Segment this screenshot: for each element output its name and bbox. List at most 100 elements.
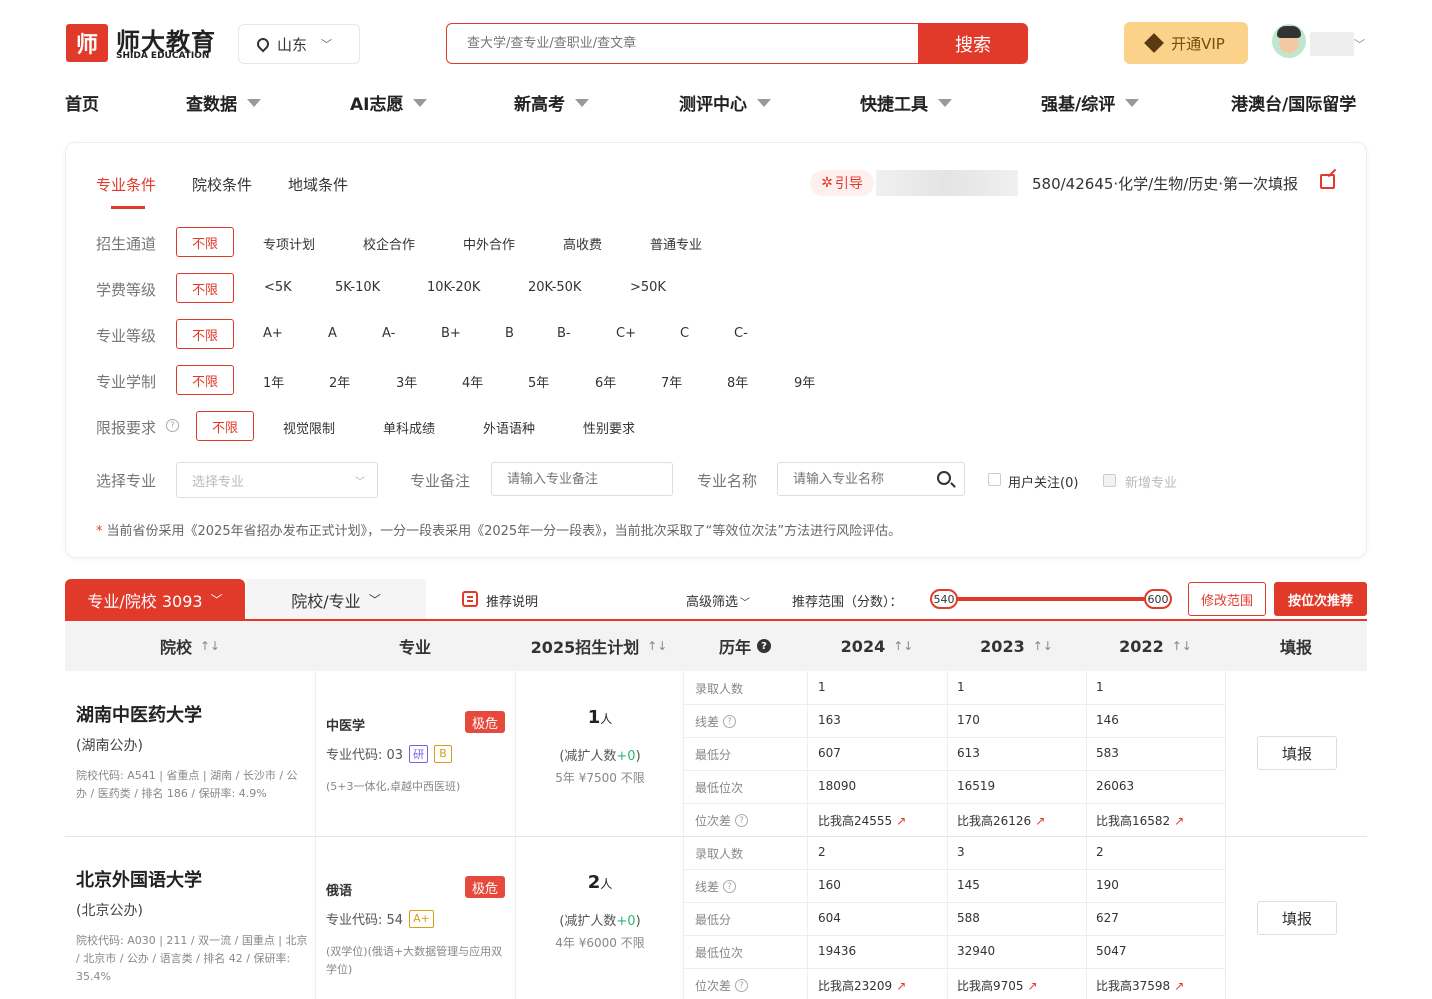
filter-option[interactable]: 5年 — [528, 372, 549, 391]
filter-option[interactable]: 高收费 — [563, 234, 602, 253]
nav-item-6[interactable]: 强基/综评 — [1041, 90, 1140, 115]
filter-option[interactable]: 10K-20K — [427, 280, 480, 295]
filter-option[interactable]: C- — [734, 326, 748, 341]
guide-button[interactable]: ✲ 引导 — [810, 170, 874, 196]
filter-option[interactable]: C — [680, 326, 689, 341]
sort-icon[interactable]: ↑↓ — [893, 639, 913, 653]
filter-option[interactable]: 单科成绩 — [383, 418, 435, 437]
filter-option[interactable]: 普通专业 — [650, 234, 702, 253]
nav-item-4[interactable]: 测评中心 — [679, 90, 771, 115]
column-header[interactable]: 2022 ↑↓ — [1086, 621, 1225, 671]
filter-option-unlimited[interactable]: 不限 — [176, 273, 234, 303]
column-header[interactable]: 2023 ↑↓ — [947, 621, 1086, 671]
vip-button[interactable]: 开通VIP — [1124, 22, 1248, 64]
sort-icon[interactable]: ↑↓ — [1033, 639, 1053, 653]
nav-item-1[interactable]: 查数据 — [186, 90, 261, 115]
column-header[interactable]: 2025招生计划 ↑↓ — [515, 621, 683, 671]
range-min-handle[interactable]: 540 — [930, 589, 958, 609]
column-header[interactable]: 专业 — [315, 621, 515, 671]
filter-option-unlimited[interactable]: 不限 — [176, 227, 234, 257]
tab-major-conditions[interactable]: 专业条件 — [96, 174, 156, 195]
filter-option[interactable]: 1年 — [263, 372, 284, 391]
filter-option[interactable]: >50K — [630, 280, 666, 295]
filter-option[interactable]: 性别要求 — [583, 418, 635, 437]
sort-icon[interactable]: ↑↓ — [647, 639, 667, 653]
filter-option[interactable]: A+ — [263, 326, 283, 341]
filter-option[interactable]: 5K-10K — [335, 280, 380, 295]
nav-item-0[interactable]: 首页 — [65, 90, 99, 115]
user-name-redacted[interactable] — [1310, 32, 1354, 56]
filter-option[interactable]: C+ — [616, 326, 636, 341]
tab-major-school[interactable]: 专业/院校 3093 ﹀ — [65, 579, 245, 620]
filter-option[interactable]: 4年 — [462, 372, 483, 391]
document-icon[interactable] — [462, 591, 478, 607]
edit-icon[interactable] — [1320, 174, 1335, 189]
filter-option[interactable]: B+ — [441, 326, 461, 341]
logo-mark[interactable]: 师 — [66, 24, 108, 62]
search-button[interactable]: 搜索 — [918, 23, 1028, 64]
filter-option[interactable]: 6年 — [595, 372, 616, 391]
filter-option[interactable]: A — [328, 326, 337, 341]
filter-option[interactable]: 8年 — [727, 372, 748, 391]
filter-option[interactable]: 校企合作 — [363, 234, 415, 253]
nav-item-3[interactable]: 新高考 — [514, 90, 589, 115]
search-icon[interactable] — [937, 471, 951, 485]
avatar[interactable] — [1272, 24, 1306, 58]
rank-recommend-button[interactable]: 按位次推荐 — [1274, 582, 1367, 616]
filter-option[interactable]: 9年 — [794, 372, 815, 391]
nav-item-5[interactable]: 快捷工具 — [860, 90, 952, 115]
filter-option[interactable]: B- — [557, 326, 571, 341]
column-header[interactable]: 院校 ↑↓ — [65, 621, 315, 671]
fill-button[interactable]: 填报 — [1257, 901, 1337, 935]
history-value: 1 — [957, 680, 965, 694]
help-icon[interactable]: ? — [757, 639, 771, 653]
history-value: 146 — [1096, 713, 1119, 727]
filter-option[interactable]: 20K-50K — [528, 280, 581, 295]
help-icon[interactable]: ? — [166, 419, 179, 432]
filter-option-unlimited[interactable]: 不限 — [196, 411, 254, 441]
filter-option-unlimited[interactable]: 不限 — [176, 319, 234, 349]
filter-option[interactable]: B — [505, 326, 514, 341]
filter-option[interactable]: 专项计划 — [263, 234, 315, 253]
nav-item-7[interactable]: 港澳台/国际留学 — [1231, 90, 1356, 115]
sort-icon[interactable]: ↑↓ — [1172, 639, 1192, 653]
modify-range-button[interactable]: 修改范围 — [1188, 582, 1266, 616]
nav-item-2[interactable]: AI志愿 — [350, 90, 428, 115]
column-header[interactable]: 填报 — [1225, 621, 1367, 671]
recommend-note-link[interactable]: 推荐说明 — [486, 591, 538, 610]
filter-option[interactable]: <5K — [264, 280, 292, 295]
tab-region-conditions[interactable]: 地域条件 — [288, 174, 348, 195]
search-input[interactable] — [446, 23, 920, 64]
major-name[interactable]: 中医学 — [326, 715, 365, 734]
filter-option[interactable]: 7年 — [661, 372, 682, 391]
range-slider-track[interactable] — [944, 597, 1158, 601]
filter-option[interactable]: 2年 — [329, 372, 350, 391]
help-icon[interactable]: ? — [735, 814, 749, 827]
help-icon[interactable]: ? — [723, 880, 737, 893]
filter-option[interactable]: 中外合作 — [463, 234, 515, 253]
filter-option-unlimited[interactable]: 不限 — [176, 365, 234, 395]
select-major-dropdown[interactable]: 选择专业 ﹀ — [176, 462, 378, 498]
tab-school-conditions[interactable]: 院校条件 — [192, 174, 252, 195]
new-major-checkbox[interactable] — [1103, 474, 1116, 487]
user-follow-checkbox[interactable] — [988, 473, 1001, 486]
range-max-handle[interactable]: 600 — [1144, 589, 1172, 609]
university-name[interactable]: 北京外国语大学 — [76, 866, 202, 892]
filter-option[interactable]: 视觉限制 — [283, 418, 335, 437]
major-note-input[interactable] — [491, 462, 673, 496]
filter-option[interactable]: 3年 — [396, 372, 417, 391]
help-icon[interactable]: ? — [723, 715, 737, 728]
filter-option[interactable]: A- — [382, 326, 395, 341]
help-icon[interactable]: ? — [735, 979, 749, 992]
advanced-filter-dropdown[interactable]: 高级筛选 ﹀ — [686, 591, 750, 610]
university-name[interactable]: 湖南中医药大学 — [76, 701, 202, 727]
region-selector[interactable]: 山东 ﹀ — [238, 24, 360, 64]
sort-icon[interactable]: ↑↓ — [200, 639, 220, 653]
filter-option[interactable]: 外语语种 — [483, 418, 535, 437]
tab-school-major[interactable]: 院校/专业 ﹀ — [246, 579, 426, 620]
column-header[interactable]: 2024 ↑↓ — [807, 621, 947, 671]
fill-button[interactable]: 填报 — [1257, 736, 1337, 770]
column-header[interactable]: 历年? — [683, 621, 807, 671]
major-name[interactable]: 俄语 — [326, 880, 352, 899]
chevron-down-icon[interactable]: ﹀ — [1354, 36, 1365, 52]
